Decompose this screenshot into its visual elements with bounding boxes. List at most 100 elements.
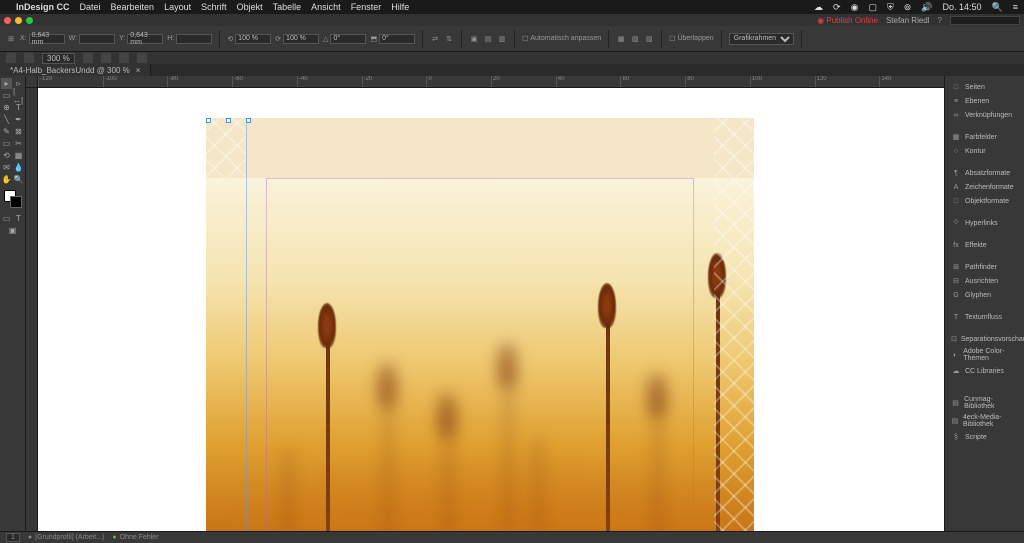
menu-tabelle[interactable]: Tabelle [273,2,302,12]
type-tool[interactable]: T [13,102,24,113]
tool-button[interactable] [24,53,34,63]
reference-point-icon[interactable]: ⊞ [6,34,16,44]
close-tab-icon[interactable]: × [136,66,141,75]
horizontal-ruler[interactable]: -120-100 -80-60 -40-20 020 4060 80100 12… [38,76,944,88]
volume-icon[interactable]: 🔊 [921,2,932,13]
status-icon[interactable]: ⟳ [833,2,841,13]
panel-scripte[interactable]: §Scripte [945,430,1024,444]
page-tool[interactable]: ▭ [1,90,12,101]
panel-pathfinder[interactable]: ⊞Pathfinder [945,260,1024,274]
menu-hilfe[interactable]: Hilfe [391,2,409,12]
shear-input[interactable]: 0° [379,34,415,44]
panel-zeichenformate[interactable]: AZeichenformate [945,180,1024,194]
panel-textumfluss[interactable]: TTextumfluss [945,310,1024,324]
minimize-window-button[interactable] [15,17,22,24]
user-name[interactable]: Stefan Riedl [886,16,930,25]
zoom-level[interactable]: 300 % [42,53,75,64]
zoom-tool[interactable]: 🔍 [13,174,24,185]
status-icon[interactable]: ◉ [851,2,859,13]
ruler-corner[interactable] [26,76,38,88]
flip-v-icon[interactable]: ⇅ [444,34,454,44]
flip-h-icon[interactable]: ⇄ [430,34,440,44]
fit-icon[interactable]: ▦ [616,34,626,44]
menu-ansicht[interactable]: Ansicht [311,2,341,12]
scale-y-input[interactable]: 100 % [283,34,319,44]
mode-button[interactable]: T [13,213,24,224]
rect-tool[interactable]: ▭ [1,138,12,149]
panel-cunmag-bibliothek[interactable]: ▤Cunmag-Bibliothek [945,394,1024,412]
status-icon[interactable]: ☁ [814,2,823,13]
gradient-tool[interactable]: ▦ [13,150,24,161]
document-tab[interactable]: *A4-Halb_BackersUndd @ 300 % × [0,64,151,76]
w-input[interactable] [79,34,115,44]
selection-tool[interactable]: ▸ [1,78,12,89]
auto-fit-checkbox[interactable]: Automatisch anpassen [530,35,601,42]
panel-ebenen[interactable]: ≡Ebenen [945,94,1024,108]
menu-bearbeiten[interactable]: Bearbeiten [111,2,155,12]
color-swatch[interactable] [4,190,22,208]
wifi-icon[interactable]: ⊚ [904,2,912,13]
tool-button[interactable] [6,53,16,63]
panel-glyphen[interactable]: GGlyphen [945,288,1024,302]
rect-frame-tool[interactable]: ⊠ [13,126,24,137]
tool-button[interactable] [137,53,147,63]
arrange-icon[interactable]: ▣ [469,34,479,44]
panel-kontur[interactable]: ○Kontur [945,144,1024,158]
x-input[interactable]: 0,643 mm [29,34,65,44]
menu-icon[interactable]: ≡ [1013,2,1018,12]
gap-tool[interactable]: |↔| [13,90,24,101]
content-tool[interactable]: ⊕ [1,102,12,113]
transform-tool[interactable]: ⟲ [1,150,12,161]
menu-schrift[interactable]: Schrift [201,2,227,12]
panel-effekte[interactable]: fxEffekte [945,238,1024,252]
maximize-window-button[interactable] [26,17,33,24]
note-tool[interactable]: ✉ [1,162,12,173]
pencil-tool[interactable]: ✎ [1,126,12,137]
panel-verknüpfungen[interactable]: ∞Verknüpfungen [945,108,1024,122]
publish-online-button[interactable]: ◉ Publish Online [817,16,878,25]
menu-layout[interactable]: Layout [164,2,191,12]
line-tool[interactable]: ╲ [1,114,12,125]
menu-fenster[interactable]: Fenster [351,2,382,12]
scale-x-input[interactable]: 100 % [235,34,271,44]
stroke-swatch[interactable] [10,196,22,208]
panel-ausrichten[interactable]: ⊟Ausrichten [945,274,1024,288]
status-icon[interactable]: ▢ [868,2,877,13]
panel-farbfelder[interactable]: ▦Farbfelder [945,130,1024,144]
pasteboard[interactable] [38,88,944,531]
search-icon[interactable]: 🔍 [992,2,1003,13]
hand-tool[interactable]: ✋ [1,174,12,185]
page-number[interactable]: 1 [6,533,20,542]
clock[interactable]: Do. 14:50 [942,2,981,12]
pen-tool[interactable]: ✒ [13,114,24,125]
tool-button[interactable] [101,53,111,63]
close-window-button[interactable] [4,17,11,24]
arrange-icon[interactable]: ▥ [497,34,507,44]
panel-adobe color-themen[interactable]: ◐Adobe Color-Themen [945,346,1024,364]
menu-datei[interactable]: Datei [80,2,101,12]
fit-icon[interactable]: ▧ [630,34,640,44]
rotate-input[interactable]: 0° [330,34,366,44]
preflight-status[interactable]: Ohne Fehler [120,534,159,541]
h-input[interactable] [176,34,212,44]
tool-button[interactable] [119,53,129,63]
tool-button[interactable] [83,53,93,63]
vertical-ruler[interactable] [26,88,38,531]
status-icon[interactable]: ⛨ [887,2,894,13]
panel-hyperlinks[interactable]: ⟐Hyperlinks [945,216,1024,230]
help-button[interactable]: ? [938,16,942,25]
scissors-tool[interactable]: ✂ [13,138,24,149]
fit-icon[interactable]: ▨ [644,34,654,44]
document-page[interactable] [206,118,754,531]
overlap-checkbox[interactable]: Überlappen [677,35,713,42]
panel-seiten[interactable]: □Seiten [945,80,1024,94]
view-mode-button[interactable]: ▣ [7,225,18,236]
panel-objektformate[interactable]: □Objektformate [945,194,1024,208]
panel-absatzformate[interactable]: ¶Absatzformate [945,166,1024,180]
panel-4eck-media-bibliothek[interactable]: ▤4eck-Media-Bibliothek [945,412,1024,430]
search-input[interactable] [950,16,1020,25]
preflight-profile[interactable]: [Grundprofil] (Arbeit...) [35,534,104,541]
frame-style-select[interactable]: Grafikrahmen [729,33,794,45]
arrange-icon[interactable]: ▤ [483,34,493,44]
canvas[interactable]: -120-100 -80-60 -40-20 020 4060 80100 12… [26,76,944,531]
